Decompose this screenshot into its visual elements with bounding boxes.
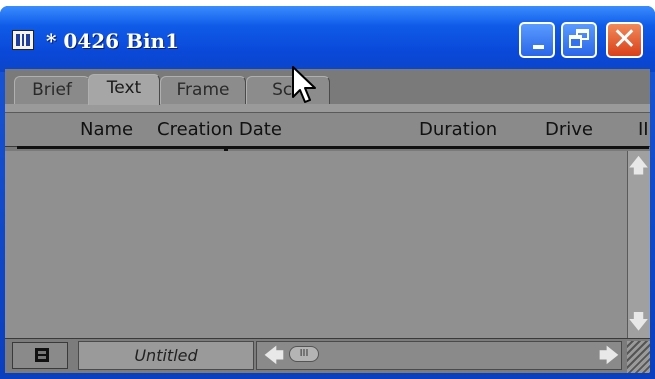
- bin-content-area[interactable]: [5, 151, 627, 338]
- fast-menu-icon: [35, 348, 49, 362]
- column-header-name[interactable]: Name: [80, 118, 133, 142]
- column-header-creation-date[interactable]: Creation Date: [157, 118, 282, 142]
- scroll-up-icon[interactable]: 🡅: [628, 153, 649, 177]
- tab-underline: [5, 104, 650, 113]
- column-header-drive[interactable]: Drive: [545, 118, 593, 142]
- tab-frame[interactable]: Frame: [160, 76, 246, 104]
- scroll-down-icon[interactable]: 🡇: [628, 309, 649, 333]
- header-divider: [17, 146, 649, 149]
- minimize-button[interactable]: [519, 22, 555, 58]
- close-icon: ✕: [611, 22, 638, 57]
- tab-text[interactable]: Text: [88, 74, 160, 105]
- column-header-duration[interactable]: Duration: [419, 118, 497, 142]
- scroll-right-icon[interactable]: 🡆: [597, 343, 621, 367]
- bin-app-icon[interactable]: [12, 30, 34, 50]
- restore-icon-front: [569, 35, 582, 48]
- window-title: * 0426 Bin1: [46, 29, 180, 53]
- close-button[interactable]: ✕: [606, 22, 643, 58]
- scroll-left-icon[interactable]: 🡄: [262, 343, 286, 367]
- minimize-icon: [533, 45, 544, 49]
- restore-button[interactable]: [561, 22, 597, 58]
- mouse-pointer-icon: [292, 66, 316, 103]
- bin-view-name[interactable]: Untitled: [78, 341, 254, 370]
- column-header-id[interactable]: II: [638, 118, 649, 142]
- resize-grip-icon[interactable]: [627, 341, 650, 373]
- tab-brief[interactable]: Brief: [14, 76, 90, 104]
- fast-menu-button[interactable]: [12, 342, 68, 369]
- horizontal-scroll-thumb[interactable]: III: [289, 346, 319, 362]
- tab-script[interactable]: Scri: [246, 76, 330, 104]
